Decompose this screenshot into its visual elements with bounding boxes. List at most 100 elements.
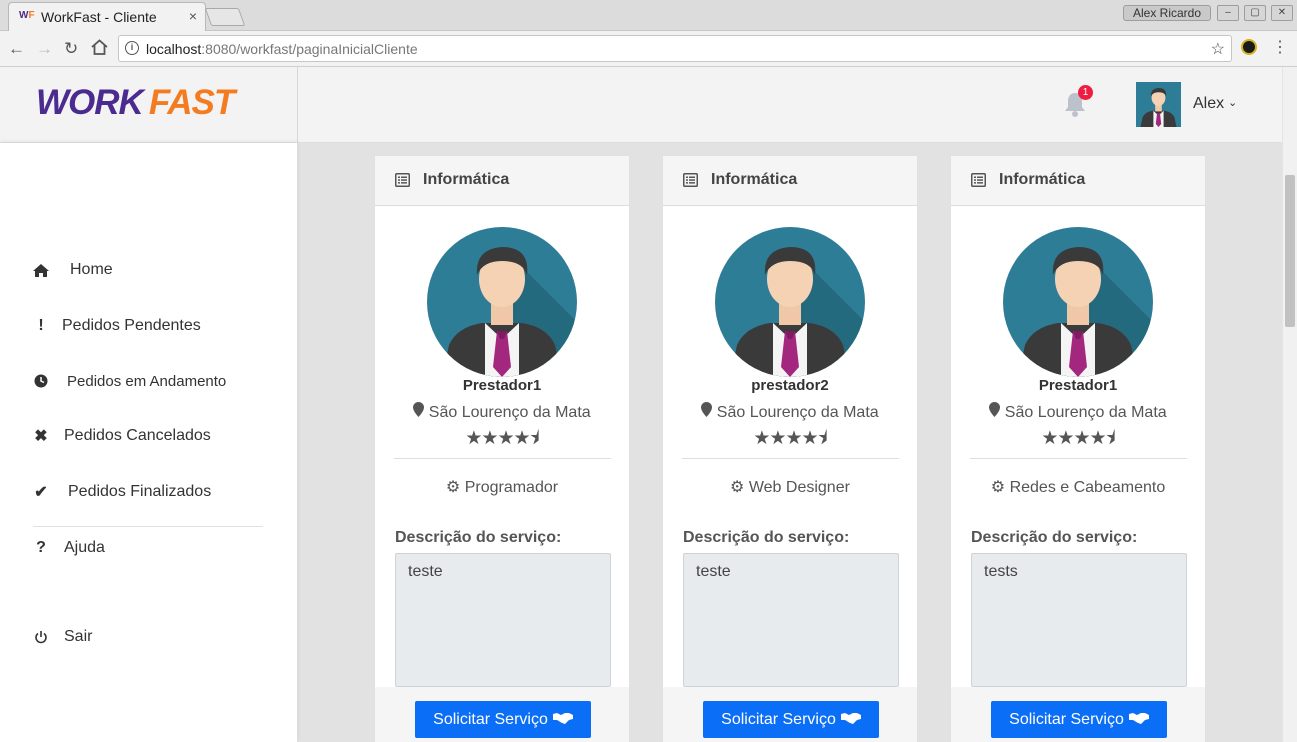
browser-toolbar: ← → ↻ i localhost:8080/workfast/paginaIn… xyxy=(0,31,1297,67)
sidebar-item-label: Pedidos Finalizados xyxy=(68,483,212,500)
card-category: Informática xyxy=(711,171,798,188)
card-divider xyxy=(970,458,1187,459)
card-category: Informática xyxy=(999,171,1086,188)
brand-area: WORK FAST xyxy=(0,67,298,143)
provider-card: Informática Prestador1 São Lourenço da M… xyxy=(950,155,1206,742)
bookmark-star-icon[interactable]: ☆ xyxy=(1211,39,1225,59)
sidebar-item-label: Home xyxy=(70,261,113,278)
scrollbar-thumb[interactable] xyxy=(1285,175,1295,327)
card-header: Informática xyxy=(951,156,1205,206)
workfast-logo[interactable]: WORK FAST xyxy=(36,83,235,123)
browser-profile-chip[interactable]: Alex Ricardo xyxy=(1123,5,1211,21)
url-text: localhost:8080/workfast/paginaInicialCli… xyxy=(146,41,418,57)
sidebar-item-pedidos-finalizados[interactable]: ✔ Pedidos Finalizados xyxy=(30,477,211,507)
card-category: Informática xyxy=(423,171,510,188)
card-footer: Solicitar Serviço xyxy=(375,687,629,742)
list-alt-icon xyxy=(971,173,986,187)
provider-location: São Lourenço da Mata xyxy=(375,402,629,422)
sidebar-item-label: Ajuda xyxy=(64,539,105,556)
window-close-button[interactable]: ✕ xyxy=(1271,5,1293,21)
browser-tabbar: WF WorkFast - Cliente × Alex Ricardo – ▢… xyxy=(0,0,1297,31)
provider-avatar xyxy=(1003,227,1153,377)
chevron-down-icon[interactable]: ⌄ xyxy=(1228,96,1237,109)
provider-card: Informática Prestador1 São Lourenço da M… xyxy=(374,155,630,742)
provider-rating-stars: ★★★★⯨ xyxy=(465,428,539,449)
provider-name: prestador2 xyxy=(751,377,829,394)
description-textarea[interactable]: tests xyxy=(971,553,1187,687)
list-alt-icon xyxy=(395,173,410,187)
map-marker-icon xyxy=(989,402,1001,421)
description-label: Descrição do serviço: xyxy=(683,529,850,546)
tab-title: WorkFast - Cliente xyxy=(41,9,157,25)
window-maximize-button[interactable]: ▢ xyxy=(1244,5,1266,21)
power-icon xyxy=(30,630,52,644)
sidebar-item-label: Pedidos Pendentes xyxy=(62,317,201,334)
exclamation-icon: ! xyxy=(38,317,44,334)
description-label: Descrição do serviço: xyxy=(395,529,562,546)
gears-icon: ⚙ xyxy=(730,479,745,496)
site-info-icon[interactable]: i xyxy=(125,41,139,55)
provider-profession: ⚙ Web Designer xyxy=(730,479,850,496)
provider-profession: ⚙ Redes e Cabeamento xyxy=(990,479,1166,496)
reload-icon[interactable]: ↻ xyxy=(64,39,78,59)
sidebar-item-sair[interactable]: Sair xyxy=(30,622,92,652)
sidebar-item-pedidos-em-andamento[interactable]: Pedidos em Andamento xyxy=(30,366,226,396)
window-minimize-button[interactable]: – xyxy=(1217,5,1239,21)
card-header: Informática xyxy=(375,156,629,206)
description-textarea[interactable]: teste xyxy=(395,553,611,687)
tab-close-icon[interactable]: × xyxy=(189,8,197,24)
description-label: Descrição do serviço: xyxy=(971,529,1138,546)
sidebar-item-pedidos-pendentes[interactable]: ! Pedidos Pendentes xyxy=(30,311,201,341)
home-browser-icon[interactable] xyxy=(91,39,108,60)
handshake-icon xyxy=(840,711,861,729)
card-divider xyxy=(682,458,899,459)
provider-rating-stars: ★★★★⯨ xyxy=(753,428,827,449)
top-navbar: 1 Alex ⌄ xyxy=(298,67,1282,143)
user-name[interactable]: Alex xyxy=(1193,95,1224,113)
user-avatar[interactable] xyxy=(1136,82,1181,127)
question-icon: ? xyxy=(36,539,46,556)
home-icon xyxy=(30,263,52,278)
sidebar: Home ! Pedidos Pendentes Pedidos em Anda… xyxy=(0,143,298,742)
list-alt-icon xyxy=(683,173,698,187)
workfast-favicon-icon: WF xyxy=(19,10,35,21)
back-arrow-icon[interactable]: ← xyxy=(8,39,25,59)
forward-arrow-icon[interactable]: → xyxy=(36,39,53,59)
page-content: WORK FAST 1 Alex ⌄ Home ! Pedidos Penden… xyxy=(0,67,1282,742)
provider-avatar xyxy=(427,227,577,377)
solicitar-servico-button[interactable]: Solicitar Serviço xyxy=(703,701,879,738)
provider-card: Informática prestador2 São Lourenço da M… xyxy=(662,155,918,742)
sidebar-item-label: Pedidos em Andamento xyxy=(67,372,227,390)
solicitar-servico-button[interactable]: Solicitar Serviço xyxy=(415,701,591,738)
clock-icon xyxy=(30,374,52,388)
map-marker-icon xyxy=(701,402,713,421)
description-textarea[interactable]: teste xyxy=(683,553,899,687)
page-scrollbar[interactable] xyxy=(1282,67,1297,742)
map-marker-icon xyxy=(413,402,425,420)
extension-icon[interactable] xyxy=(1241,39,1257,55)
handshake-icon xyxy=(552,711,573,729)
provider-avatar xyxy=(715,227,865,377)
browser-menu-icon[interactable]: ⋮ xyxy=(1272,37,1288,57)
sidebar-item-home[interactable]: Home xyxy=(30,255,113,285)
card-footer: Solicitar Serviço xyxy=(663,687,917,742)
sidebar-item-label: Sair xyxy=(64,628,93,645)
provider-location: São Lourenço da Mata xyxy=(951,402,1205,422)
provider-name: Prestador1 xyxy=(1038,377,1118,394)
address-bar[interactable]: i localhost:8080/workfast/paginaInicialC… xyxy=(118,35,1232,62)
provider-name: Prestador1 xyxy=(462,377,542,394)
browser-tab[interactable]: WF WorkFast - Cliente × xyxy=(8,2,206,31)
gears-icon: ⚙ xyxy=(990,479,1006,496)
sidebar-divider xyxy=(33,526,263,527)
check-icon: ✔ xyxy=(34,484,48,501)
handshake-icon xyxy=(1128,711,1149,729)
sidebar-item-pedidos-cancelados[interactable]: ✖ Pedidos Cancelados xyxy=(30,421,211,451)
sidebar-item-label: Pedidos Cancelados xyxy=(64,427,211,444)
times-icon: ✖ xyxy=(34,428,48,445)
solicitar-servico-button[interactable]: Solicitar Serviço xyxy=(991,701,1167,738)
new-tab-button[interactable] xyxy=(204,8,246,26)
sidebar-item-ajuda[interactable]: ? Ajuda xyxy=(30,533,105,563)
provider-rating-stars: ★★★★⯨ xyxy=(1041,428,1115,449)
card-divider xyxy=(394,458,611,459)
card-header: Informática xyxy=(663,156,917,206)
